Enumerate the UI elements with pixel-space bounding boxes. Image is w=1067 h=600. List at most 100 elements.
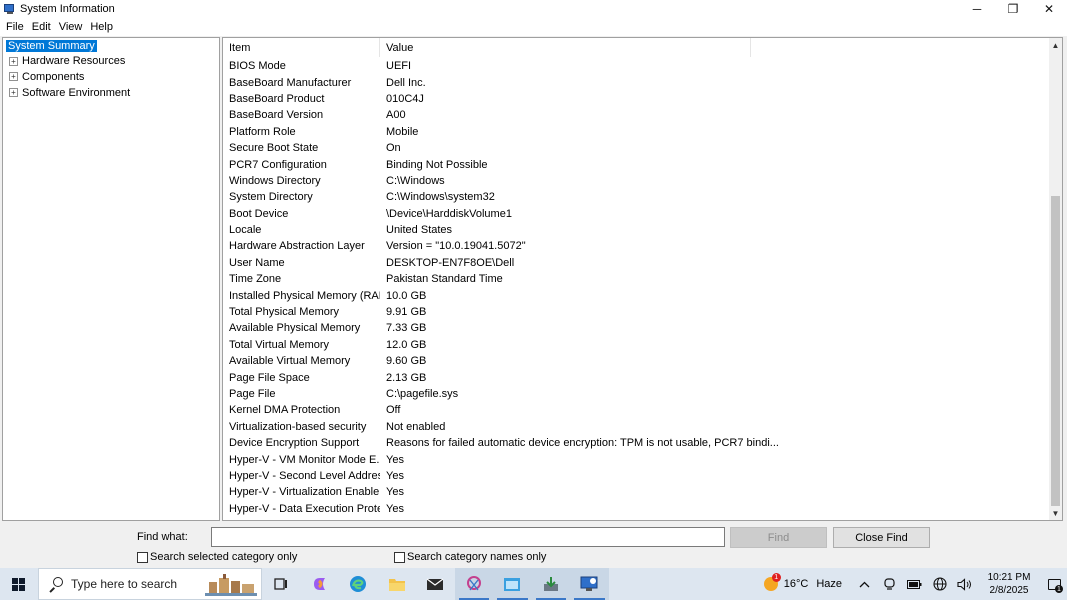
scroll-up-icon[interactable]: ▲: [1049, 38, 1062, 52]
expand-icon[interactable]: +: [9, 88, 18, 98]
list-row[interactable]: Time Zone Pakistan Standard Time: [223, 271, 1050, 287]
row-value-cell: Yes: [386, 469, 404, 482]
window-controls: ─ ❐ ✕: [959, 0, 1067, 18]
vertical-scrollbar[interactable]: ▲ ▼: [1049, 38, 1062, 520]
task-view-icon[interactable]: [262, 568, 301, 600]
list-row[interactable]: BaseBoard Product 010C4J: [223, 91, 1050, 107]
row-item-cell: Total Physical Memory: [229, 306, 340, 319]
list-row[interactable]: Available Physical Memory 7.33 GB: [223, 320, 1050, 336]
weather-widget[interactable]: 1 16°C Haze: [763, 573, 842, 591]
expand-icon[interactable]: +: [9, 56, 18, 66]
row-item-cell: Hyper-V - Data Execution Prote...: [229, 502, 380, 515]
row-item-cell: Virtualization-based security: [229, 420, 367, 433]
close-button[interactable]: ✕: [1031, 0, 1067, 18]
edge-icon[interactable]: [339, 568, 378, 600]
find-what-input[interactable]: [211, 527, 725, 547]
copilot-icon[interactable]: [301, 568, 340, 600]
list-row[interactable]: Platform Role Mobile: [223, 124, 1050, 140]
menu-file[interactable]: File: [2, 21, 28, 33]
row-value-cell: \Device\HarddiskVolume1: [386, 207, 512, 220]
checkbox-box[interactable]: [394, 551, 405, 563]
list-row[interactable]: Hyper-V - Second Level Addres... Yes: [223, 468, 1050, 484]
search-category-names-checkbox[interactable]: Search category names only: [394, 551, 546, 563]
column-header-item[interactable]: Item: [223, 38, 380, 57]
find-button[interactable]: Find: [730, 527, 827, 548]
list-row[interactable]: User Name DESKTOP-EN7F8OE\Dell: [223, 255, 1050, 271]
list-row[interactable]: Total Virtual Memory 12.0 GB: [223, 337, 1050, 353]
row-value-cell: Yes: [386, 502, 404, 515]
network-globe-icon[interactable]: [927, 568, 952, 600]
minimize-button[interactable]: ─: [959, 0, 995, 18]
clock-time: 10:21 PM: [987, 572, 1031, 583]
list-row[interactable]: Secure Boot State On: [223, 140, 1050, 156]
volume-icon[interactable]: [952, 568, 977, 600]
list-row[interactable]: Page File C:\pagefile.sys: [223, 386, 1050, 402]
row-value-cell: Pakistan Standard Time: [386, 273, 503, 286]
scroll-down-icon[interactable]: ▼: [1049, 506, 1062, 520]
tree-item-system-summary[interactable]: System Summary: [3, 38, 219, 54]
chevron-up-icon[interactable]: [852, 568, 877, 600]
list-row[interactable]: BaseBoard Manufacturer Dell Inc.: [223, 74, 1050, 90]
row-item-cell: Kernel DMA Protection: [229, 404, 341, 417]
row-value-cell: 9.91 GB: [386, 306, 427, 319]
file-explorer-icon[interactable]: [378, 568, 417, 600]
restore-button[interactable]: ❐: [995, 0, 1031, 18]
row-value-cell: C:\Windows\system32: [386, 191, 495, 204]
list-row[interactable]: Windows Directory C:\Windows: [223, 173, 1050, 189]
list-row[interactable]: Boot Device \Device\HarddiskVolume1: [223, 206, 1050, 222]
taskbar-search[interactable]: Type here to search: [38, 568, 262, 600]
list-row[interactable]: Hyper-V - Data Execution Prote... Yes: [223, 501, 1050, 517]
list-row[interactable]: Total Physical Memory 9.91 GB: [223, 304, 1050, 320]
menu-help[interactable]: Help: [86, 21, 117, 33]
column-header-value[interactable]: Value: [380, 38, 751, 57]
list-row[interactable]: BIOS Mode UEFI: [223, 58, 1050, 74]
system-information-taskbar-icon[interactable]: [570, 568, 609, 600]
scroll-thumb[interactable]: [1051, 196, 1060, 506]
list-row[interactable]: Hyper-V - VM Monitor Mode E... Yes: [223, 451, 1050, 467]
tree-item-hardware-resources[interactable]: + Hardware Resources: [3, 54, 219, 70]
list-row[interactable]: Device Encryption Support Reasons for fai…: [223, 435, 1050, 451]
list-row[interactable]: Hardware Abstraction Layer Version = "10.…: [223, 238, 1050, 254]
find-bar: Find what: Find Close Find Search select…: [0, 522, 1067, 568]
mail-icon[interactable]: [416, 568, 455, 600]
app-window-icon[interactable]: [493, 568, 532, 600]
tree-item-software-environment[interactable]: + Software Environment: [3, 85, 219, 101]
checkbox-box[interactable]: [137, 551, 148, 563]
list-row[interactable]: Locale United States: [223, 222, 1050, 238]
windows-logo-icon: [12, 577, 25, 591]
list-row[interactable]: Virtualization-based security Not enabled: [223, 419, 1050, 435]
tree-item-label: System Summary: [5, 38, 98, 53]
tree-item-components[interactable]: + Components: [3, 69, 219, 85]
list-row[interactable]: System Directory C:\Windows\system32: [223, 189, 1050, 205]
list-row[interactable]: PCR7 Configuration Binding Not Possible: [223, 156, 1050, 172]
row-item-cell: Page File Space: [229, 371, 310, 384]
battery-icon[interactable]: [902, 568, 927, 600]
row-item-cell: Hardware Abstraction Layer: [229, 240, 365, 253]
list-row[interactable]: Available Virtual Memory 9.60 GB: [223, 353, 1050, 369]
menu-edit[interactable]: Edit: [28, 21, 55, 33]
meet-now-icon[interactable]: [877, 568, 902, 600]
details-list[interactable]: Item Value BIOS Mode UEFI BaseBoard Manufa…: [222, 37, 1063, 521]
search-selected-category-checkbox[interactable]: Search selected category only: [137, 551, 297, 563]
row-value-cell: 12.0 GB: [386, 338, 427, 351]
row-item-cell: Boot Device: [229, 207, 289, 220]
row-value-cell: UEFI: [386, 60, 412, 73]
notification-center-icon[interactable]: 1: [1041, 568, 1067, 600]
menu-view[interactable]: View: [55, 21, 87, 33]
list-row[interactable]: Hyper-V - Virtualization Enable... Yes: [223, 484, 1050, 500]
row-value-cell: DESKTOP-EN7F8OE\Dell: [386, 256, 515, 269]
system-information-icon: [4, 3, 16, 15]
expand-icon[interactable]: +: [9, 72, 18, 82]
checkbox-label: Search category names only: [407, 551, 547, 563]
snipping-tool-icon[interactable]: [454, 568, 493, 600]
installer-icon[interactable]: [531, 568, 570, 600]
list-row[interactable]: BaseBoard Version A00: [223, 107, 1050, 123]
row-item-cell: Time Zone: [229, 273, 282, 286]
list-row[interactable]: Installed Physical Memory (RAM) 10.0 GB: [223, 287, 1050, 303]
start-button[interactable]: [0, 568, 37, 600]
close-find-button[interactable]: Close Find: [833, 527, 930, 548]
list-row[interactable]: Kernel DMA Protection Off: [223, 402, 1050, 418]
clock[interactable]: 10:21 PM 2/8/2025: [981, 571, 1037, 597]
list-row[interactable]: Page File Space 2.13 GB: [223, 369, 1050, 385]
category-tree[interactable]: System Summary + Hardware Resources + Co…: [2, 37, 220, 521]
